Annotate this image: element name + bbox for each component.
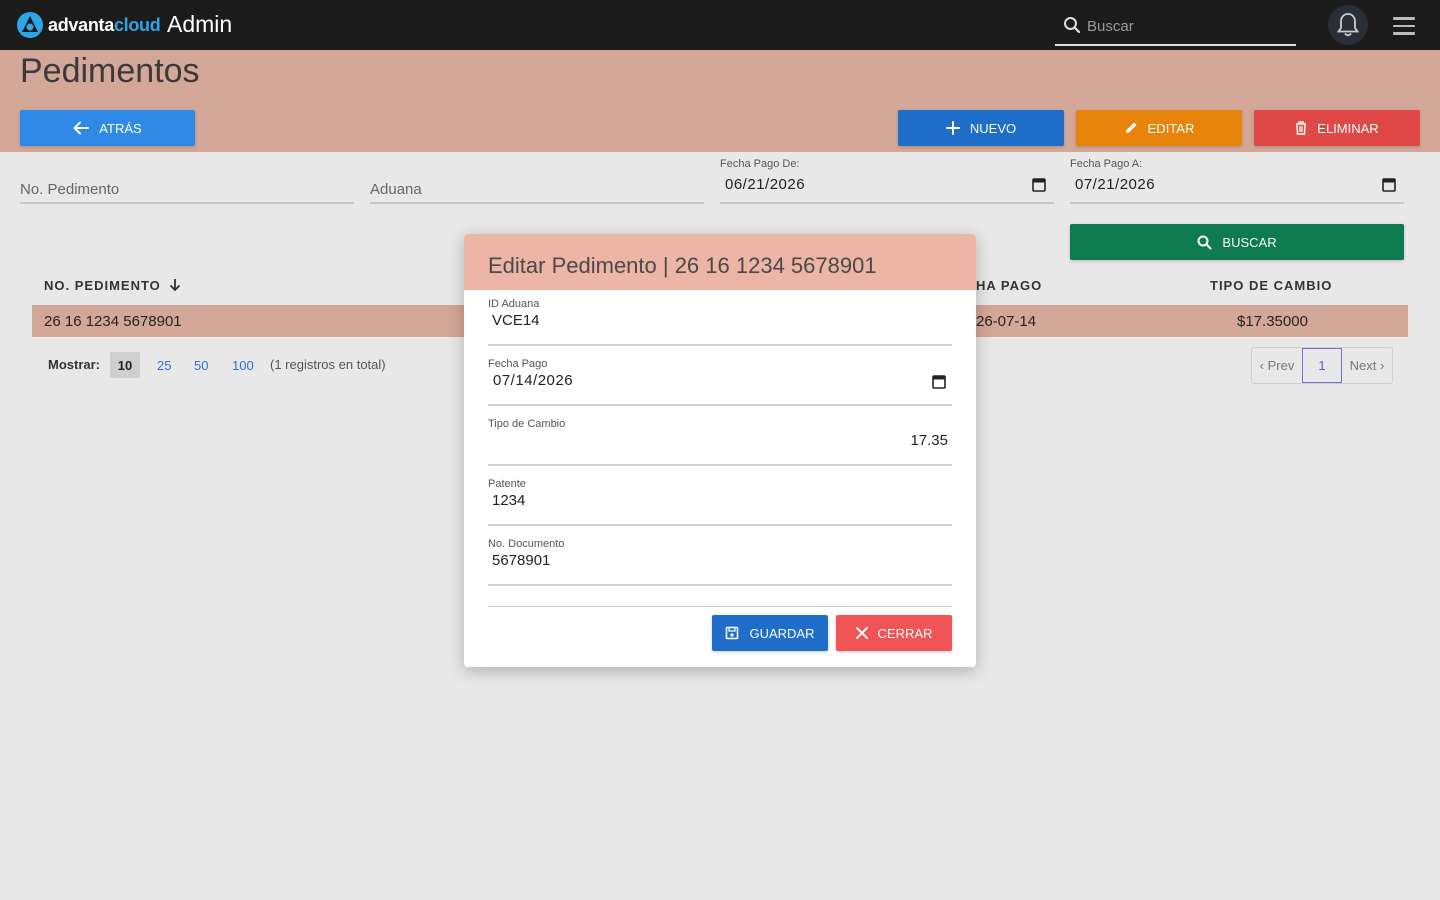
tipo-cambio-field[interactable]: Tipo de Cambio 17.35 (488, 418, 952, 466)
save-button[interactable]: GUARDAR (712, 615, 828, 651)
id-aduana-value: VCE14 (492, 312, 540, 329)
tipo-cambio-label: Tipo de Cambio (488, 418, 566, 430)
total-records: (1 registros en total) (270, 357, 386, 372)
page-size-25[interactable]: 25 (157, 358, 171, 373)
close-icon (855, 627, 868, 639)
page-title: Pedimentos (20, 52, 200, 90)
patente-label: Patente (488, 478, 526, 490)
top-navbar: advantacloud Admin (0, 0, 1440, 50)
cell-pedimento: 26 16 1234 5678901 (44, 313, 182, 330)
trash-icon (1296, 121, 1307, 135)
pedimento-filter-placeholder: No. Pedimento (20, 181, 120, 198)
brand-logo[interactable]: advantacloud (16, 11, 161, 39)
modal-title: Editar Pedimento | 26 16 1234 5678901 (488, 253, 877, 278)
fecha-pago-de-field[interactable]: Fecha Pago De: 06/21/2026 (720, 158, 1054, 204)
fecha-pago-de-label: Fecha Pago De: (720, 158, 800, 170)
new-button-label: NUEVO (969, 120, 1017, 136)
tipo-cambio-value: 17.35 (910, 432, 948, 449)
fecha-pago-de-value: 06/21/2026 (725, 176, 806, 193)
search-icon (1064, 17, 1081, 34)
pencil-icon (1125, 122, 1137, 133)
page-size-label: Mostrar: (48, 357, 101, 372)
back-button[interactable]: ATRÁS (20, 110, 195, 146)
save-button-label: GUARDAR (749, 625, 815, 641)
id-aduana-field[interactable]: ID Aduana VCE14 (488, 298, 952, 346)
global-search (1055, 6, 1296, 46)
arrow-left-icon (73, 121, 90, 135)
plus-icon (945, 121, 960, 135)
cell-tipo-cambio: $17.35000 (1237, 313, 1308, 330)
modal-divider (488, 606, 952, 607)
edit-button[interactable]: EDITAR (1076, 110, 1242, 146)
advanta-logo-icon (17, 12, 43, 38)
no-documento-label: No. Documento (488, 538, 565, 550)
calendar-icon[interactable] (1382, 177, 1396, 192)
page-size-50[interactable]: 50 (194, 358, 208, 373)
close-button[interactable]: CERRAR (836, 615, 952, 651)
page-size-100[interactable]: 100 (232, 358, 254, 373)
column-header-fecha-pago[interactable]: HA PAGO (976, 278, 1042, 293)
prev-page-button[interactable]: ‹ Prev (1252, 348, 1302, 383)
no-documento-value: 5678901 (492, 552, 551, 569)
no-documento-field[interactable]: No. Documento 5678901 (488, 538, 952, 586)
app-title: Admin (167, 11, 233, 37)
fecha-pago-value: 07/14/2026 (493, 372, 574, 389)
notifications-button[interactable] (1328, 5, 1368, 45)
fecha-pago-field[interactable]: Fecha Pago 07/14/2026 (488, 358, 952, 406)
new-button[interactable]: NUEVO (898, 110, 1064, 146)
fecha-pago-label: Fecha Pago (488, 358, 548, 370)
aduana-filter[interactable]: Aduana (370, 170, 704, 204)
edit-pedimento-modal: Editar Pedimento | 26 16 1234 5678901 ID… (464, 234, 976, 667)
patente-field[interactable]: Patente 1234 (488, 478, 952, 526)
next-page-button[interactable]: Next › (1342, 348, 1392, 383)
column-header-pedimento[interactable]: NO. PEDIMENTO (44, 278, 181, 293)
floppy-disk-icon (726, 626, 739, 640)
page-1-button[interactable]: 1 (1302, 348, 1342, 383)
edit-button-label: EDITAR (1147, 120, 1195, 136)
search-icon (1197, 235, 1212, 249)
delete-button-label: ELIMINAR (1317, 120, 1379, 136)
patente-value: 1234 (492, 492, 526, 509)
bell-icon (1336, 13, 1360, 37)
modal-header: Editar Pedimento | 26 16 1234 5678901 (464, 234, 976, 290)
pedimento-filter[interactable]: No. Pedimento (20, 170, 354, 204)
search-input[interactable] (1087, 14, 1287, 38)
id-aduana-label: ID Aduana (488, 298, 540, 310)
search-button-label: BUSCAR (1222, 234, 1277, 250)
back-button-label: ATRÁS (99, 120, 142, 136)
calendar-icon[interactable] (1032, 177, 1046, 192)
menu-icon[interactable] (1393, 17, 1415, 35)
fecha-pago-a-label: Fecha Pago A: (1070, 158, 1143, 170)
page-size-10[interactable]: 10 (110, 352, 140, 378)
brand-name: advantacloud (48, 14, 161, 35)
pagination: ‹ Prev 1 Next › (1251, 347, 1393, 384)
delete-button[interactable]: ELIMINAR (1254, 110, 1420, 146)
sort-desc-icon (170, 279, 181, 292)
column-header-tipo-cambio[interactable]: TIPO DE CAMBIO (1210, 278, 1332, 293)
fecha-pago-a-field[interactable]: Fecha Pago A: 07/21/2026 (1070, 158, 1404, 204)
aduana-filter-placeholder: Aduana (370, 181, 422, 198)
cell-fecha-pago: 26-07-14 (976, 313, 1037, 330)
close-button-label: CERRAR (877, 625, 933, 641)
calendar-icon[interactable] (932, 374, 946, 389)
search-button[interactable]: BUSCAR (1070, 224, 1404, 260)
fecha-pago-a-value: 07/21/2026 (1075, 176, 1156, 193)
